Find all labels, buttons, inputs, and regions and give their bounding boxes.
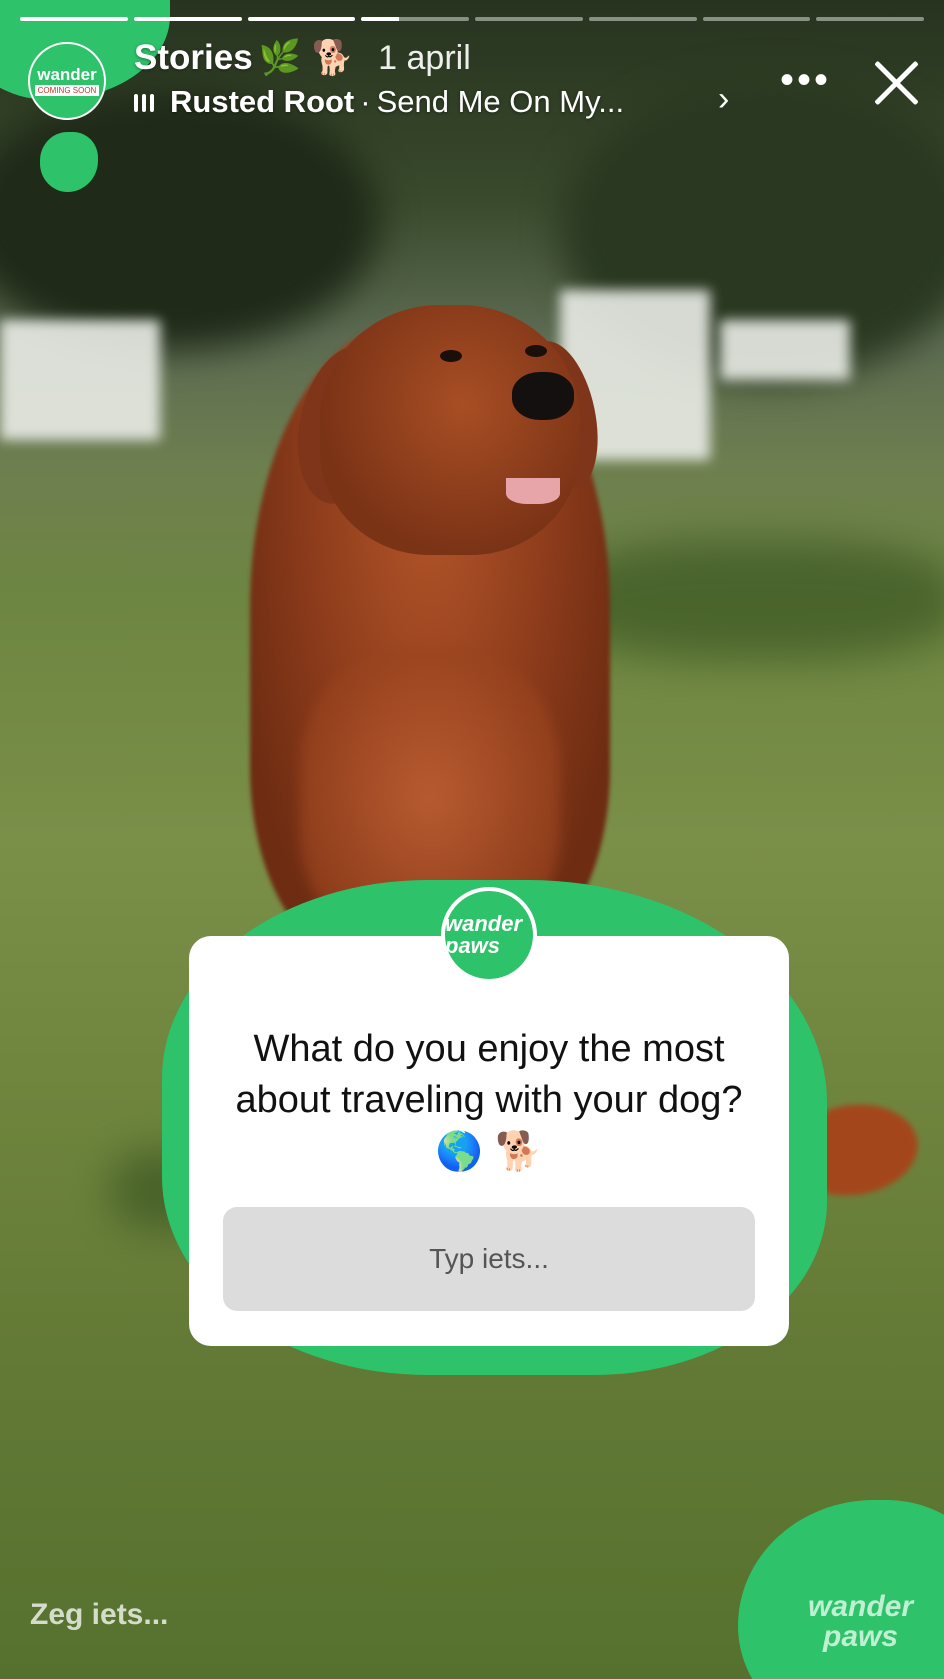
reply-input[interactable]: Zeg iets... bbox=[30, 1598, 168, 1632]
corner-wanderpaws-logo: wander paws bbox=[808, 1592, 913, 1652]
progress-segment-fill bbox=[247, 17, 356, 21]
question-line: What do you enjoy the most about traveli… bbox=[235, 1028, 743, 1121]
avatar[interactable]: wander COMING SOON bbox=[28, 42, 106, 120]
progress-segment bbox=[588, 17, 697, 21]
progress-segment bbox=[702, 17, 811, 21]
story-view[interactable]: wander COMING SOON Stories 🌿 🐕 1 april R… bbox=[0, 0, 944, 1679]
music-bars-icon bbox=[134, 92, 154, 112]
dog-eye-left bbox=[440, 350, 462, 362]
close-icon[interactable] bbox=[870, 56, 922, 108]
progress-segment bbox=[475, 17, 583, 21]
dog-eye-right bbox=[525, 345, 547, 357]
dog-tongue bbox=[506, 478, 560, 504]
progress-segment-fill bbox=[133, 17, 242, 21]
wanderpaws-logo-badge: wander paws bbox=[441, 887, 537, 983]
background-trees bbox=[0, 90, 380, 350]
story-progress-bar bbox=[20, 17, 924, 22]
progress-segment bbox=[20, 17, 128, 21]
corner-logo-line1: wander bbox=[808, 1590, 914, 1623]
question-sticker: What do you enjoy the most about traveli… bbox=[189, 936, 789, 1346]
more-options-icon[interactable]: ••• bbox=[780, 60, 831, 100]
question-emoji: 🌎 🐕 bbox=[435, 1129, 543, 1173]
account-name-emoji: 🌿 🐕 bbox=[258, 38, 355, 78]
progress-segment bbox=[816, 17, 924, 21]
dog-head bbox=[320, 305, 580, 555]
dog-nose bbox=[512, 372, 574, 420]
progress-segment bbox=[133, 17, 242, 21]
progress-segment-fill bbox=[361, 17, 399, 21]
question-answer-input[interactable]: Typ iets... bbox=[223, 1207, 755, 1311]
progress-segment-fill bbox=[20, 17, 128, 21]
music-track: Send Me On My... bbox=[376, 84, 625, 119]
background-building-far bbox=[720, 320, 850, 380]
background-building-left bbox=[0, 320, 160, 440]
story-header: Stories 🌿 🐕 1 april Rusted Root · Send M… bbox=[134, 38, 624, 120]
tree-shadow bbox=[560, 540, 944, 660]
music-artist: Rusted Root bbox=[170, 84, 355, 119]
account-name[interactable]: Stories bbox=[134, 38, 253, 78]
music-attribution[interactable]: Rusted Root · Send Me On My... bbox=[134, 84, 624, 120]
music-separator: · bbox=[360, 84, 371, 119]
corner-logo-line2: paws bbox=[823, 1620, 899, 1653]
progress-segment bbox=[247, 17, 356, 21]
avatar-badge: COMING SOON bbox=[34, 85, 100, 96]
sticker-logo-text: wander paws bbox=[445, 911, 523, 958]
question-text: What do you enjoy the most about traveli… bbox=[219, 1024, 759, 1178]
story-date: 1 april bbox=[378, 38, 471, 77]
progress-segment bbox=[361, 17, 469, 21]
music-chevron-icon[interactable]: › bbox=[718, 80, 729, 119]
avatar-wordmark: wander bbox=[37, 65, 97, 84]
